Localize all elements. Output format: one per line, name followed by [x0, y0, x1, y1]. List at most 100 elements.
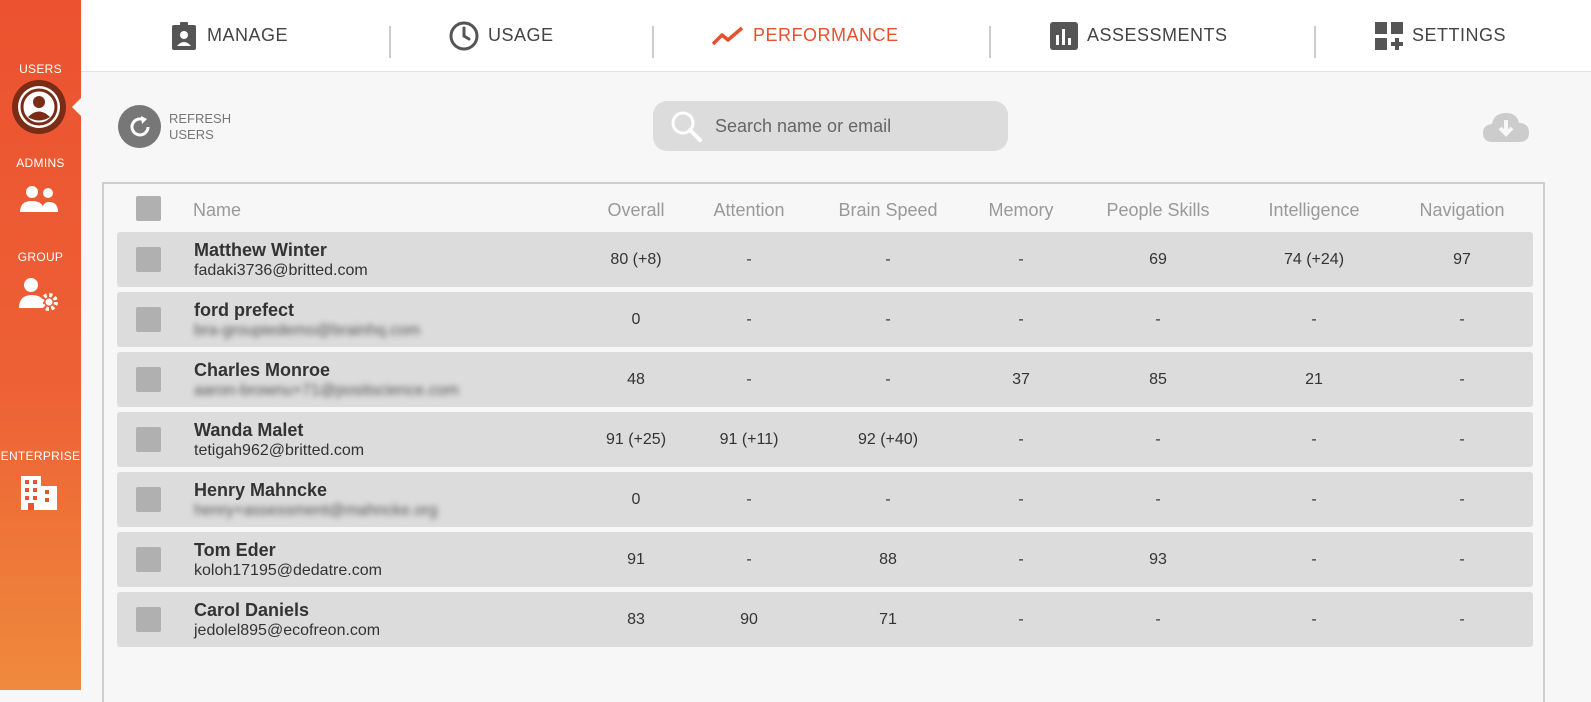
column-header-people-skills[interactable]: People Skills	[1106, 200, 1209, 221]
row-checkbox[interactable]	[136, 367, 161, 392]
user-name: Tom Eder	[194, 540, 276, 560]
score-overall: 0	[631, 491, 641, 508]
people-icon[interactable]	[18, 184, 60, 216]
row-checkbox[interactable]	[136, 427, 161, 452]
sidebar-item-enterprise-label[interactable]: ENTERPRISE	[0, 449, 81, 463]
score-brain-speed: -	[885, 311, 891, 328]
search-box	[653, 101, 1008, 151]
refresh-users-button[interactable]: REFRESH USERS	[118, 105, 231, 148]
score-overall: 80 (+8)	[610, 251, 662, 268]
user-name: Henry Mahncke	[194, 480, 328, 500]
nav-divider	[389, 26, 391, 58]
row-checkbox[interactable]	[136, 307, 161, 332]
column-header-attention[interactable]: Attention	[713, 200, 784, 221]
score-people-skills: 85	[1149, 371, 1167, 388]
tab-performance-label: PERFORMANCE	[753, 25, 899, 45]
score-memory: -	[1018, 311, 1024, 328]
column-header-navigation[interactable]: Navigation	[1419, 200, 1504, 221]
refresh-icon-wrap	[118, 105, 161, 148]
trend-line-icon	[711, 26, 744, 45]
score-people-skills: -	[1155, 431, 1161, 448]
score-memory: -	[1018, 251, 1024, 268]
score-intelligence: 21	[1305, 371, 1323, 388]
score-memory: -	[1018, 551, 1024, 568]
tab-assessments[interactable]: ASSESSMENTS	[1049, 0, 1228, 71]
cloud-download-icon[interactable]	[1481, 108, 1531, 144]
tab-usage-label: USAGE	[488, 25, 554, 45]
score-people-skills: -	[1155, 491, 1161, 508]
score-people-skills: 93	[1149, 551, 1167, 568]
user-gear-icon[interactable]	[18, 276, 60, 314]
score-attention: -	[746, 551, 752, 568]
tab-manage[interactable]: MANAGE	[169, 0, 288, 71]
table-row[interactable]: Charles Monroe aaron-brownu+71@positscien…	[117, 352, 1533, 407]
score-intelligence: -	[1311, 431, 1317, 448]
user-circle-icon	[18, 86, 60, 128]
user-name: Charles Monroe	[194, 360, 331, 380]
table-row[interactable]: Henry Mahncke henry+assessment@mahncke.or…	[117, 472, 1533, 527]
nav-divider	[989, 26, 991, 58]
score-attention: -	[746, 251, 752, 268]
grid-plus-icon	[1375, 21, 1403, 50]
score-attention: -	[746, 311, 752, 328]
building-icon[interactable]	[20, 475, 58, 511]
tab-manage-label: MANAGE	[207, 25, 289, 45]
column-header-brain-speed[interactable]: Brain Speed	[838, 200, 937, 221]
score-brain-speed: -	[885, 251, 891, 268]
sidebar-item-users-label[interactable]: USERS	[0, 62, 81, 76]
refresh-icon	[130, 115, 149, 136]
score-brain-speed: 88	[879, 551, 897, 568]
search-input[interactable]	[713, 114, 997, 138]
active-indicator	[72, 96, 83, 118]
score-memory: -	[1018, 611, 1024, 628]
column-header-memory[interactable]: Memory	[988, 200, 1053, 221]
score-brain-speed: 92 (+40)	[857, 431, 919, 448]
tab-settings[interactable]: SETTINGS	[1374, 0, 1506, 71]
score-attention: -	[746, 491, 752, 508]
user-email: tetigah962@britted.com	[194, 442, 365, 459]
user-email: henry+assessment@mahncke.org	[194, 502, 438, 519]
tab-usage[interactable]: USAGE	[448, 0, 554, 71]
table-row[interactable]: Carol Daniels jedolel895@ecofreon.com 83 90…	[117, 592, 1533, 647]
score-people-skills: -	[1155, 611, 1161, 628]
user-name: Matthew Winter	[194, 240, 327, 260]
score-navigation: -	[1459, 371, 1465, 388]
column-header-intelligence[interactable]: Intelligence	[1268, 200, 1359, 221]
row-checkbox[interactable]	[136, 247, 161, 272]
clock-icon	[449, 21, 479, 50]
table-row[interactable]: ford prefect bra-groupiedemo@brainhq.com 0…	[117, 292, 1533, 347]
score-people-skills: -	[1155, 311, 1161, 328]
table-row[interactable]: Tom Eder koloh17195@dedatre.com 91 - 88 - 93 - -	[117, 532, 1533, 587]
score-attention: 91 (+11)	[719, 431, 779, 448]
score-intelligence: -	[1311, 551, 1317, 568]
user-email: aaron-brownu+71@positscience.com	[194, 382, 459, 399]
score-brain-speed: 71	[879, 611, 897, 628]
nav-divider	[652, 26, 654, 58]
table-header: Name Overall Attention Brain Speed Memor…	[104, 184, 1543, 234]
user-email: jedolel895@ecofreon.com	[194, 622, 381, 639]
score-overall: 91 (+25)	[605, 431, 667, 448]
score-intelligence: -	[1311, 611, 1317, 628]
score-intelligence: 74 (+24)	[1283, 251, 1345, 268]
table-row[interactable]: Matthew Winter fadaki3736@britted.com 80 (…	[117, 232, 1533, 287]
column-header-name[interactable]: Name	[193, 200, 241, 221]
clipboard-user-icon	[172, 21, 196, 50]
score-overall: 83	[627, 611, 645, 628]
tab-performance[interactable]: PERFORMANCE	[711, 0, 899, 71]
table-row[interactable]: Wanda Malet tetigah962@britted.com 91 (+25…	[117, 412, 1533, 467]
row-checkbox[interactable]	[136, 547, 161, 572]
user-email: koloh17195@dedatre.com	[194, 562, 382, 579]
sidebar-item-admins-label[interactable]: ADMINS	[0, 156, 81, 170]
score-overall: 48	[627, 371, 645, 388]
row-checkbox[interactable]	[136, 487, 161, 512]
bar-chart-icon	[1050, 21, 1078, 50]
score-navigation: -	[1459, 491, 1465, 508]
row-checkbox[interactable]	[136, 607, 161, 632]
score-brain-speed: -	[885, 371, 891, 388]
column-header-overall[interactable]: Overall	[607, 200, 664, 221]
sidebar-item-users[interactable]	[12, 80, 66, 134]
top-nav: MANAGE USAGE PERFORMANCE ASSESSMENTS SET…	[81, 0, 1591, 72]
sidebar-item-group-label[interactable]: GROUP	[0, 250, 81, 264]
select-all-checkbox[interactable]	[136, 196, 161, 221]
score-brain-speed: -	[885, 491, 891, 508]
